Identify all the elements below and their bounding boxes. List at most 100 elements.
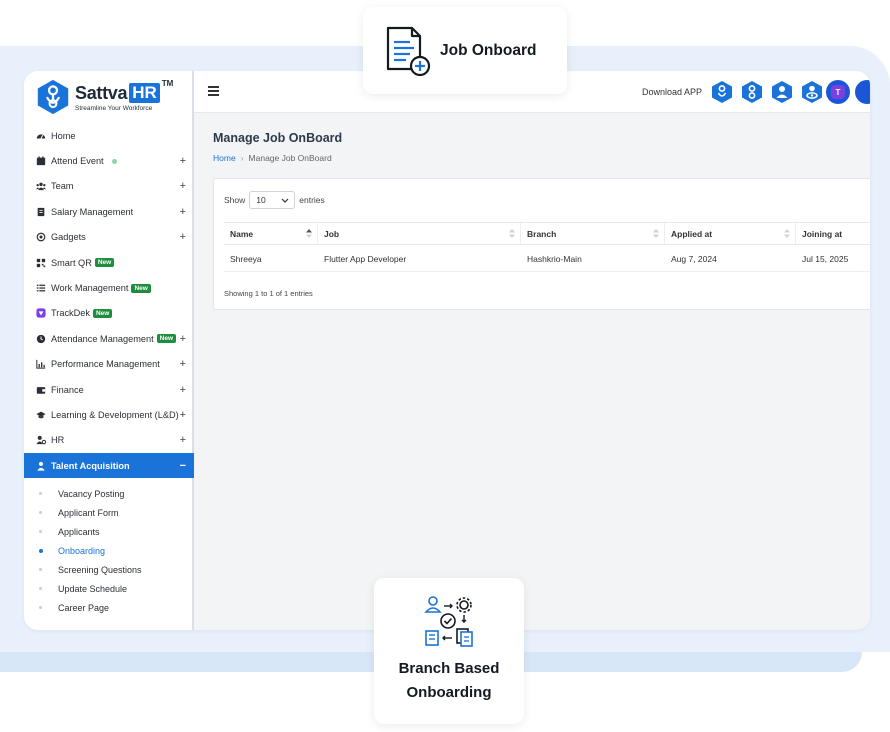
sidebar-item-label: Gadgets — [51, 232, 86, 243]
submenu-item-career-page[interactable]: Career Page — [24, 598, 194, 617]
expand-icon[interactable]: + — [180, 409, 186, 421]
expand-icon[interactable]: + — [180, 231, 186, 243]
submenu-item-applicant-form[interactable]: Applicant Form — [24, 503, 194, 522]
sidebar-item-finance[interactable]: Finance + — [24, 377, 194, 402]
sidebar-item-label: Attend Event — [51, 156, 104, 167]
new-badge: New — [92, 308, 113, 318]
breadcrumb-current: Manage Job OnBoard — [248, 153, 332, 163]
brand-tagline: Streamline Your Workforce — [75, 104, 153, 112]
column-header-job[interactable]: Job — [318, 223, 521, 244]
sidebar: Sattva HR TM Streamline Your Workforce H… — [24, 71, 194, 630]
app-window: Sattva HR TM Streamline Your Workforce H… — [24, 71, 870, 630]
sidebar-item-label: Smart QR — [51, 257, 92, 268]
breadcrumb: Home › Manage Job OnBoard — [213, 153, 332, 163]
document-add-icon — [386, 26, 431, 76]
expand-icon[interactable]: + — [180, 155, 186, 167]
column-header-label: Applied at — [671, 228, 713, 239]
expand-icon[interactable]: + — [180, 333, 186, 345]
chart-icon — [35, 359, 46, 370]
wallet-icon — [35, 384, 46, 395]
sidebar-item-salary-management[interactable]: Salary Management + — [24, 199, 194, 224]
expand-icon[interactable]: + — [180, 384, 186, 396]
column-header-branch[interactable]: Branch — [521, 223, 665, 244]
sidebar-item-gadgets[interactable]: Gadgets + — [24, 225, 194, 250]
sidebar-item-label: Work Management — [51, 283, 129, 294]
column-header-applied-at[interactable]: Applied at — [665, 223, 796, 244]
sidebar-item-learning-development-l-d[interactable]: Learning & Development (L&D) + — [24, 402, 194, 427]
table-info: Showing 1 to 1 of 1 entries — [224, 289, 313, 298]
new-badge: New — [94, 258, 115, 268]
secondary-avatar[interactable] — [855, 80, 870, 104]
calendar-icon — [35, 156, 46, 167]
table-row[interactable]: Shreeya Flutter App Developer Hashkrio-Mai… — [224, 246, 870, 272]
graduation-cap-icon — [35, 409, 46, 420]
collapse-icon[interactable]: − — [180, 460, 186, 472]
brand-tm: TM — [161, 78, 174, 88]
sidebar-item-attendance-management[interactable]: Attendance Management New + — [24, 326, 194, 351]
team-icon — [35, 181, 46, 192]
expand-icon[interactable]: + — [180, 206, 186, 218]
job-onboard-callout: Job Onboard — [363, 7, 567, 94]
page-title: Manage Job OnBoard — [213, 131, 343, 145]
sidebar-item-work-management[interactable]: Work Management New — [24, 275, 194, 300]
sidebar-item-attend-event[interactable]: Attend Event + — [24, 148, 194, 173]
job-onboard-title: Job Onboard — [440, 41, 537, 59]
user-avatar[interactable]: T — [826, 80, 850, 104]
column-header-label: Job — [324, 228, 340, 239]
table-header: Name Job Branch Applied at Joining at — [224, 222, 870, 245]
sidebar-nav: Home Attend Event + Team + Salary Management +… — [24, 123, 194, 479]
expand-icon[interactable]: + — [180, 434, 186, 446]
avatar-letter: T — [831, 85, 845, 99]
entries-select-value: 10 — [256, 195, 266, 205]
expand-icon[interactable]: + — [180, 358, 186, 370]
column-header-name[interactable]: Name — [224, 223, 318, 244]
sidebar-item-smart-qr[interactable]: Smart QR New — [24, 250, 194, 275]
list-icon — [35, 283, 46, 294]
table-cell-branch: Hashkrio-Main — [527, 254, 582, 264]
branch-onboarding-line2: Onboarding — [406, 684, 492, 701]
branch-onboarding-line1: Branch Based — [398, 660, 500, 677]
sidebar-item-performance-management[interactable]: Performance Management + — [24, 352, 194, 377]
sidebar-item-label: Attendance Management — [51, 333, 154, 344]
breadcrumb-home-link[interactable]: Home — [213, 153, 236, 163]
download-app-icons — [710, 80, 824, 104]
qr-icon — [35, 257, 46, 268]
brand-hr: HR — [129, 83, 160, 103]
dashboard-icon — [35, 130, 46, 141]
sidebar-item-team[interactable]: Team + — [24, 174, 194, 199]
sidebar-item-label: HR — [51, 435, 65, 446]
table-cell-applied-at: Aug 7, 2024 — [671, 254, 717, 264]
ledger-icon — [35, 206, 46, 217]
face-app-icon[interactable] — [770, 80, 794, 104]
menu-toggle-icon[interactable] — [208, 86, 219, 96]
status-dot — [111, 158, 117, 164]
onboard-table-card: Show 10 entries Name Job Branch Applied at J… — [213, 178, 870, 310]
brand-logo[interactable]: Sattva HR TM Streamline Your Workforce — [34, 77, 173, 117]
sidebar-item-home[interactable]: Home — [24, 123, 194, 148]
gadget-icon — [35, 232, 46, 243]
sidebar-item-talent-acquisition[interactable]: Talent Acquisition − — [24, 453, 194, 479]
sidebar-item-label: Team — [51, 181, 74, 192]
show-label: Show — [224, 195, 246, 205]
sidebar-item-hr[interactable]: HR + — [24, 428, 194, 453]
submenu-item-onboarding[interactable]: Onboarding — [24, 541, 194, 560]
user-gear-icon — [35, 435, 46, 446]
submenu-item-applicants[interactable]: Applicants — [24, 522, 194, 541]
sort-icon — [784, 229, 790, 238]
sidebar-item-label: Performance Management — [51, 359, 160, 370]
submenu-item-vacancy-posting[interactable]: Vacancy Posting — [24, 484, 194, 503]
submenu-item-update-schedule[interactable]: Update Schedule — [24, 579, 194, 598]
download-app-label: Download APP — [642, 87, 703, 97]
ios-app-icon[interactable] — [740, 80, 764, 104]
sidebar-item-trackdek[interactable]: TrackDek New — [24, 301, 194, 326]
expand-icon[interactable]: + — [180, 180, 186, 192]
submenu-item-screening-questions[interactable]: Screening Questions — [24, 560, 194, 579]
brand-name: Sattva — [75, 82, 128, 103]
entries-select[interactable]: 10 — [249, 191, 296, 209]
new-badge: New — [131, 283, 151, 293]
column-header-joining-at[interactable]: Joining at — [796, 223, 870, 244]
sort-icon — [653, 229, 659, 238]
sidebar-item-label: Finance — [51, 384, 84, 395]
android-app-icon[interactable] — [710, 80, 734, 104]
eye-app-icon[interactable] — [800, 80, 824, 104]
